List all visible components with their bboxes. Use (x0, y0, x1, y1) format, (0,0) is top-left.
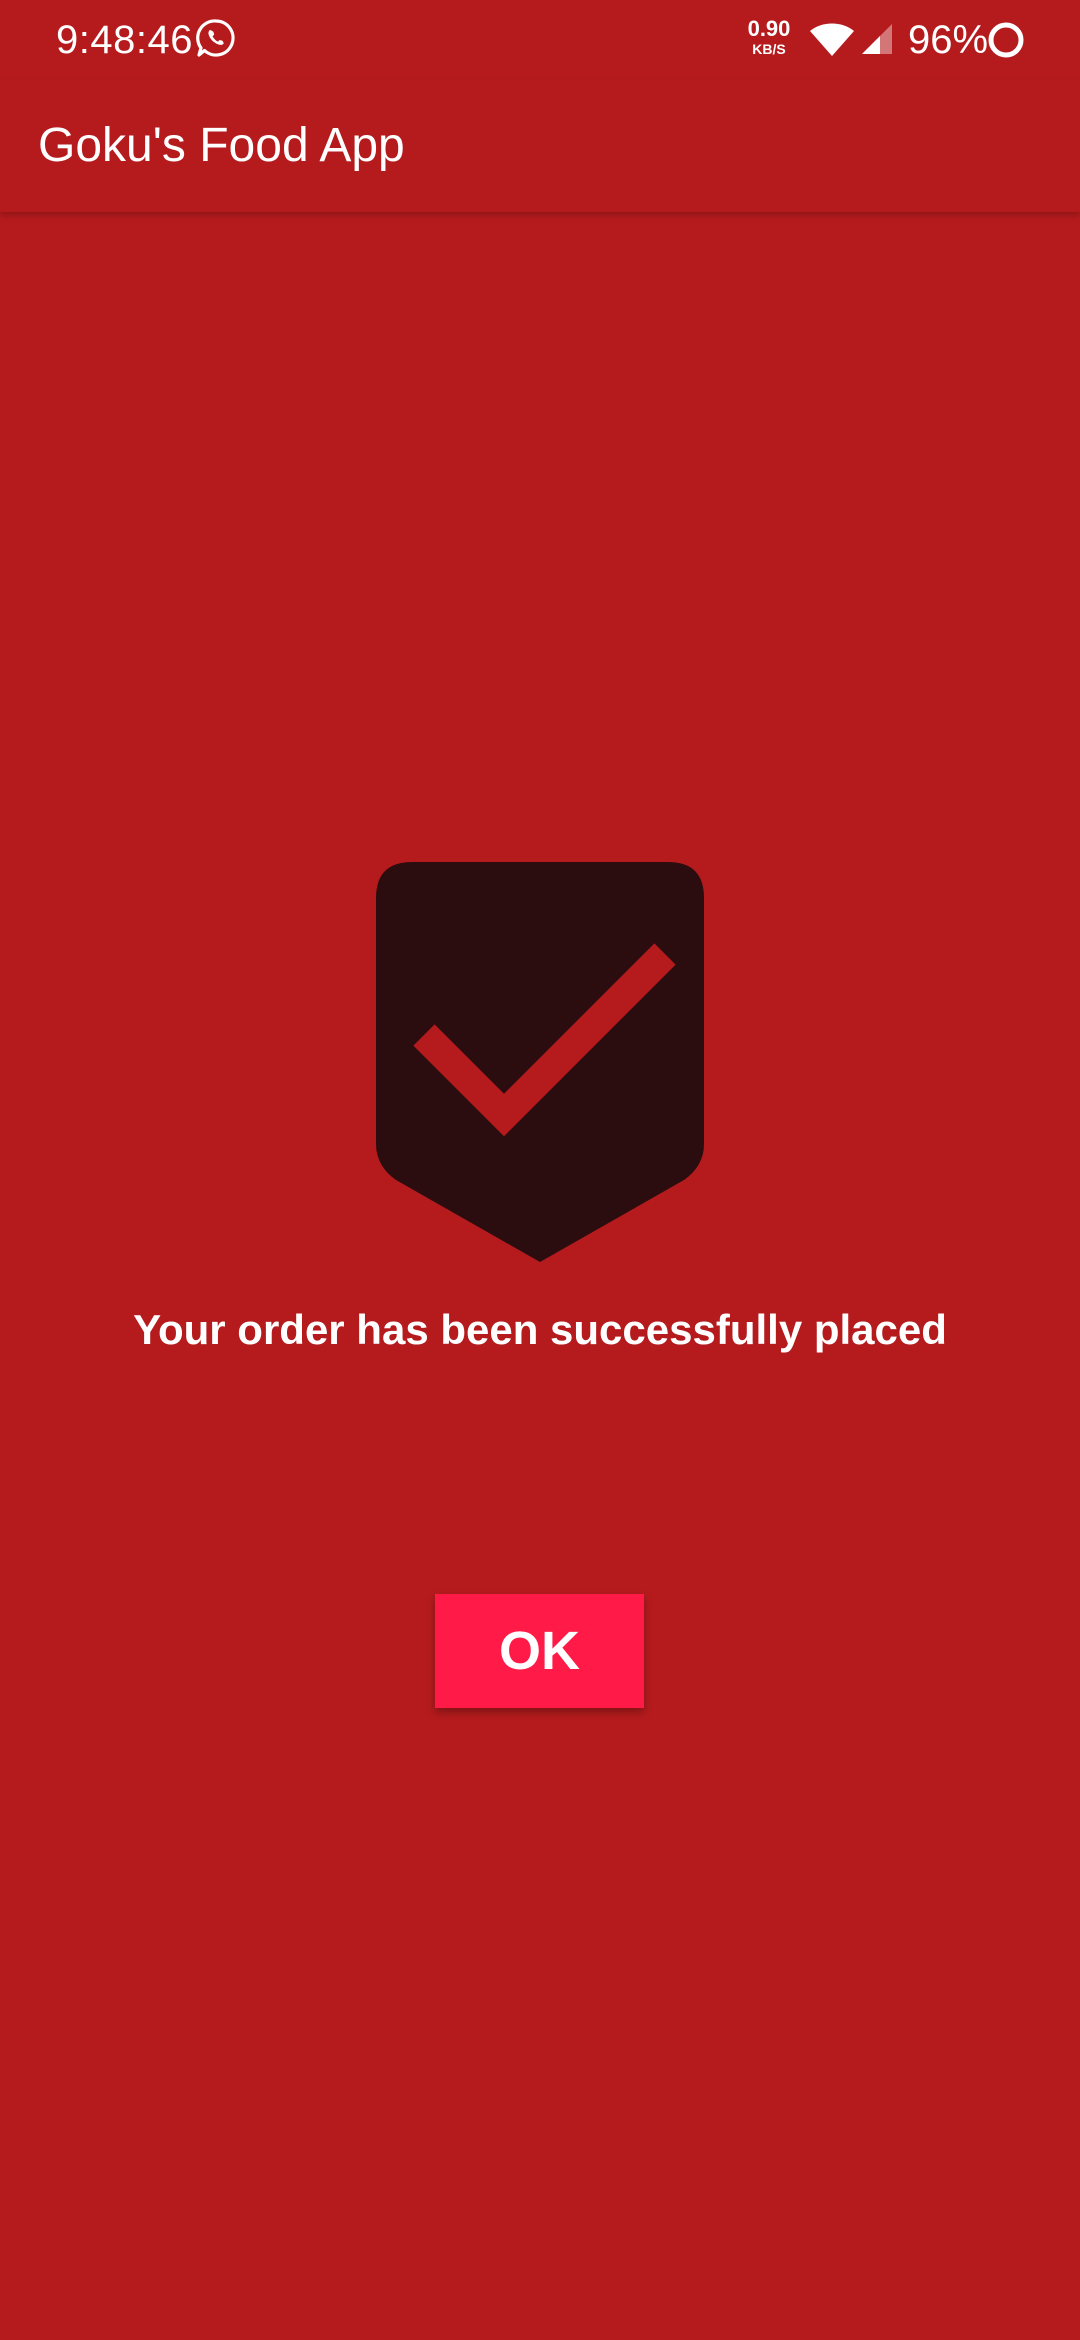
battery-percentage: 96% (908, 18, 989, 62)
success-message: Your order has been successfully placed (133, 1306, 947, 1353)
network-speed-value: 0.90 (747, 16, 791, 41)
status-time: 9:48:46 (56, 18, 193, 62)
signal-icon (860, 22, 894, 56)
battery-icon (986, 20, 1026, 60)
network-speed-indicator: 0.90 KB/S (740, 16, 798, 57)
order-confirmation-screen: 9:48:46 0.90 KB/S 96% Goku's Food App Yo… (0, 0, 1080, 2340)
wifi-icon (808, 22, 856, 58)
app-title: Goku's Food App (38, 119, 405, 172)
status-bar: 9:48:46 0.90 KB/S 96% (0, 0, 1080, 80)
network-speed-unit: KB/S (752, 41, 786, 57)
whatsapp-icon (196, 18, 236, 58)
app-bar: Goku's Food App (0, 80, 1080, 212)
confirmation-content (0, 214, 1080, 2340)
shield-check-icon (376, 862, 704, 1262)
ok-button[interactable]: OK (435, 1594, 644, 1708)
